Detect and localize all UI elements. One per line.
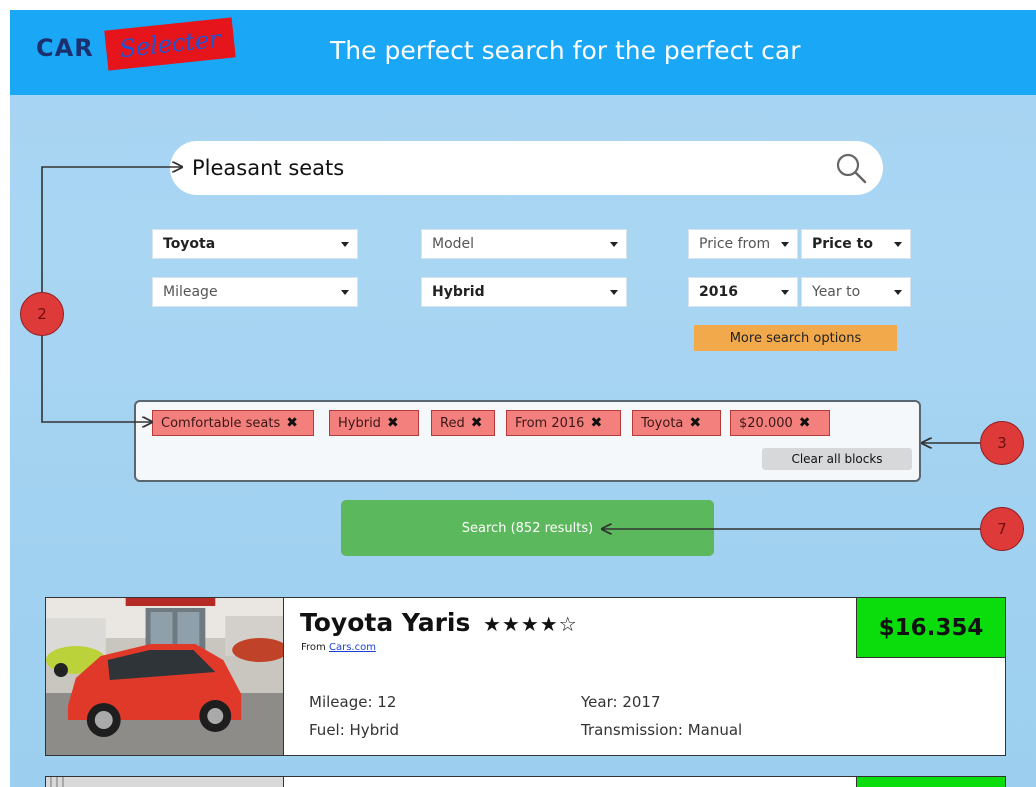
spec-fuel: Fuel: Hybrid <box>309 721 400 739</box>
callout-2-arrow-down <box>41 335 152 422</box>
spec-transmission: Transmission: Manual <box>581 721 743 739</box>
star-rating: ★★★★☆ <box>483 612 578 636</box>
callout-2-arrow-up <box>41 167 182 292</box>
callout-2: 2 <box>20 292 64 336</box>
page: CAR Selecter The perfect search for the … <box>10 10 1036 787</box>
callout-7: 7 <box>980 507 1024 551</box>
source-prefix: From <box>301 642 326 653</box>
car-photo <box>46 598 284 755</box>
source-line: From Cars.com <box>301 642 376 653</box>
spec-year: Year: 2017 <box>581 693 661 711</box>
callout-3: 3 <box>980 421 1024 465</box>
price-badge: $16.354 <box>856 597 1006 658</box>
car-photo <box>46 777 284 787</box>
car-title[interactable]: Toyota Yaris <box>300 608 470 637</box>
spec-mileage: Mileage: 12 <box>309 693 397 711</box>
result-card[interactable] <box>45 776 1006 787</box>
annotation-arrows <box>41 10 980 610</box>
result-card[interactable]: Toyota Yaris ★★★★☆ From Cars.com $16.354… <box>45 597 1006 756</box>
source-link[interactable]: Cars.com <box>329 642 376 653</box>
price-badge <box>856 776 1006 787</box>
